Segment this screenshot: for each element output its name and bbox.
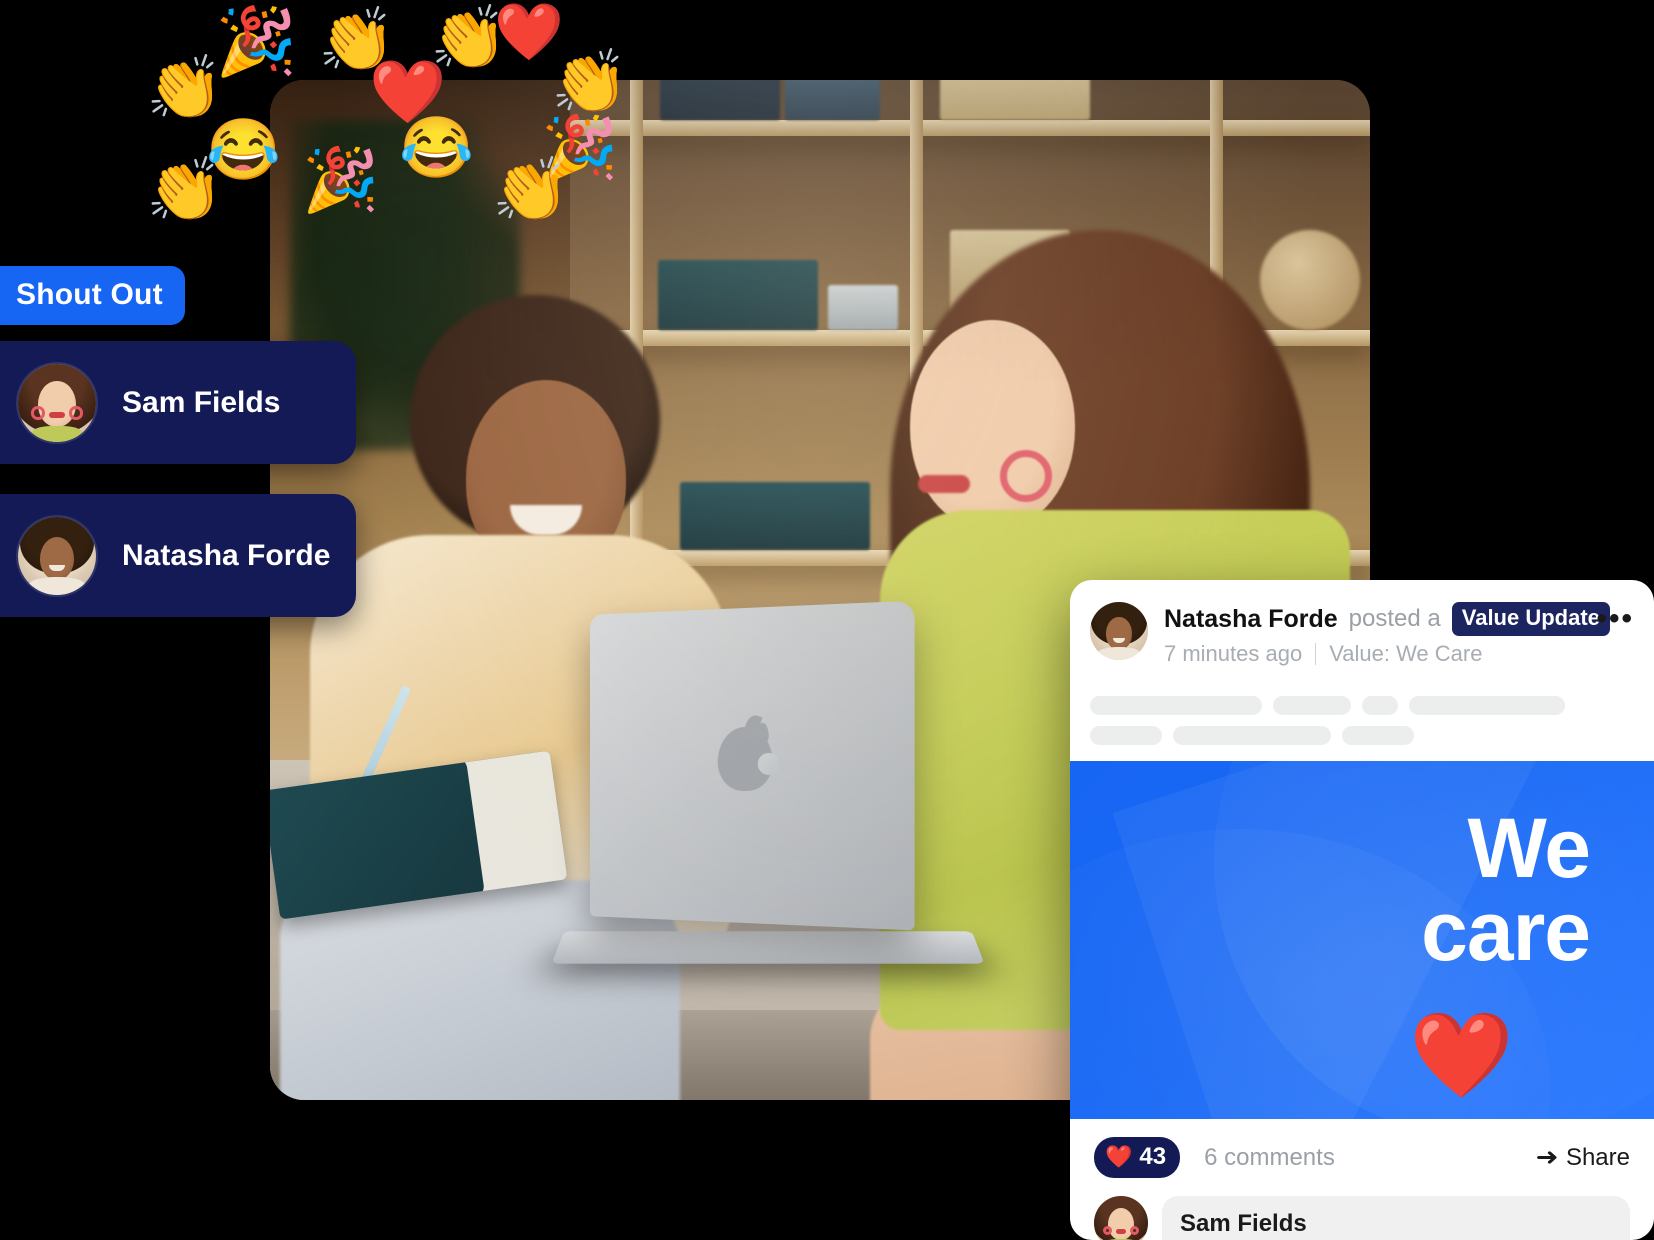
avatar — [18, 516, 96, 595]
divider — [1315, 643, 1317, 665]
value-update-badge[interactable]: Value Update — [1451, 602, 1610, 636]
shout-out-badge: Shout Out — [0, 266, 185, 325]
comments-count-link[interactable]: 6 comments — [1204, 1144, 1335, 1172]
post-timestamp: 7 minutes ago — [1164, 641, 1303, 666]
skeleton-line — [1090, 726, 1162, 745]
value-banner-line-1: We — [1467, 801, 1591, 895]
clapping-hands-emoji: 👏 — [492, 156, 570, 225]
clapping-hands-emoji: 👏 — [551, 48, 629, 117]
shout-out-person-card[interactable]: Natasha Forde — [0, 494, 356, 617]
party-popper-emoji: 🎉 — [215, 4, 298, 78]
value-banner: We care ❤️ — [1070, 761, 1654, 1119]
joy-emoji: 😂 — [399, 114, 474, 181]
post-body-placeholder — [1070, 681, 1654, 761]
reactions-row: ❤️ 43 6 comments ➜ Share — [1070, 1119, 1654, 1186]
post-card: Natasha Forde posted a Value Update 7 mi… — [1070, 580, 1654, 1240]
comment-item: Sam Fields — [1070, 1186, 1654, 1240]
skeleton-line — [1362, 696, 1398, 715]
share-label: Share — [1565, 1143, 1630, 1171]
heart-icon: ❤️ — [1105, 1144, 1133, 1169]
value-banner-text: We care — [1421, 801, 1591, 979]
party-popper-emoji: 🎉 — [302, 146, 380, 215]
share-icon: ➜ — [1535, 1144, 1559, 1171]
post-action-text: posted a — [1348, 605, 1441, 632]
heart-icon: ❤️ — [1409, 1008, 1514, 1102]
laptop — [590, 600, 915, 931]
avatar[interactable] — [1090, 602, 1148, 660]
more-options-icon[interactable]: ••• — [1596, 602, 1634, 634]
shout-out-person-name: Sam Fields — [122, 385, 281, 419]
value-banner-line-2: care — [1421, 884, 1591, 979]
skeleton-line — [1173, 726, 1331, 745]
post-author-name[interactable]: Natasha Forde — [1164, 605, 1338, 634]
clapping-hands-emoji: 👏 — [146, 54, 224, 123]
post-header: Natasha Forde posted a Value Update 7 mi… — [1070, 580, 1654, 681]
post-value-label: Value: We Care — [1329, 641, 1483, 666]
comment-author-name[interactable]: Sam Fields — [1180, 1210, 1612, 1238]
avatar — [18, 363, 96, 442]
skeleton-line — [1273, 696, 1351, 715]
skeleton-line — [1342, 726, 1414, 745]
avatar[interactable] — [1094, 1196, 1148, 1240]
skeleton-line — [1409, 696, 1565, 715]
shout-out-person-card[interactable]: Sam Fields — [0, 341, 356, 464]
comment-bubble: Sam Fields — [1162, 1196, 1630, 1240]
skeleton-line — [1090, 696, 1262, 715]
scene-root: 🎉 👏 👏 ❤️ 👏 👏 ❤️ 😂 😂 🎉 🎉 👏 👏 Shout Out Sa… — [0, 0, 1654, 1240]
shout-out-label: Shout Out — [16, 278, 163, 311]
reaction-count-button[interactable]: ❤️ 43 — [1094, 1137, 1181, 1178]
share-button[interactable]: ➜ Share — [1535, 1143, 1630, 1172]
reaction-count: 43 — [1139, 1143, 1167, 1170]
shout-out-person-name: Natasha Forde — [122, 538, 331, 572]
clapping-hands-emoji: 👏 — [146, 156, 224, 225]
